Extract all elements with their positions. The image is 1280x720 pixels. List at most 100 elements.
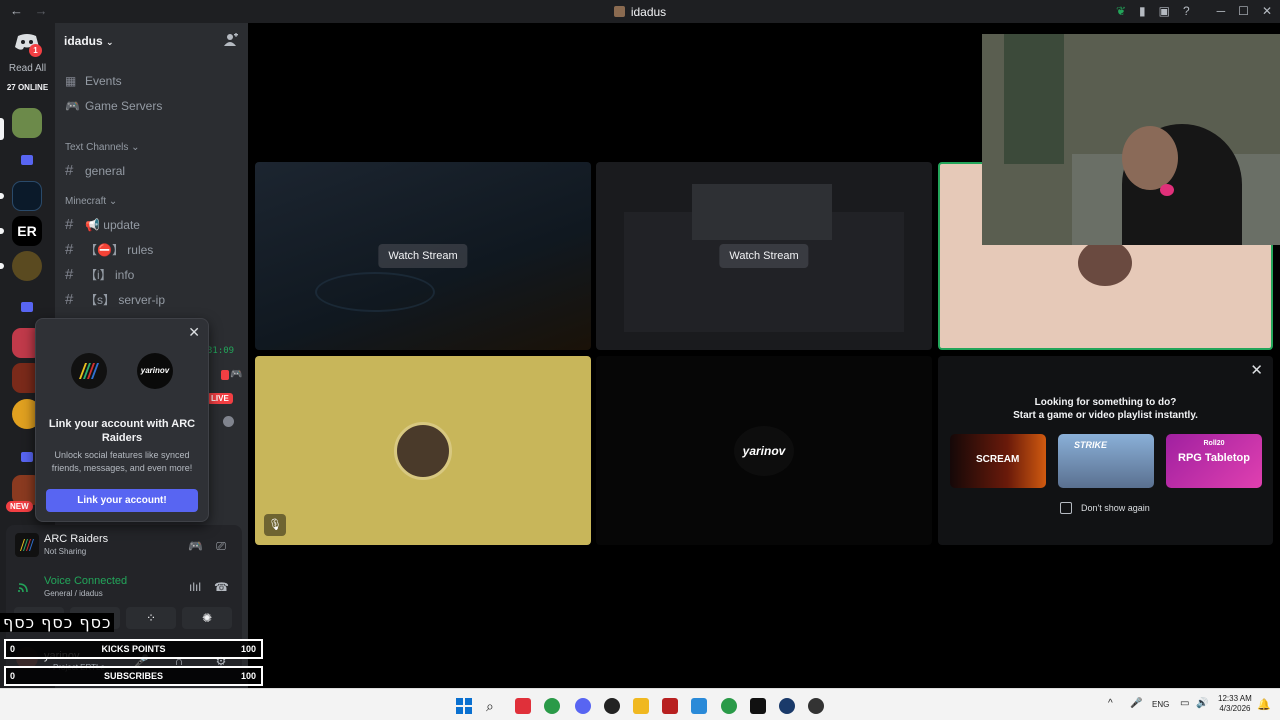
close-icon[interactable]: ✕ (188, 324, 200, 341)
hash-icon: # (65, 216, 74, 233)
leaf-icon[interactable]: ❦ (1116, 4, 1126, 18)
dont-show-checkbox[interactable] (1060, 502, 1072, 514)
obs-icon[interactable] (604, 698, 620, 714)
watch-stream-button[interactable]: Watch Stream (378, 244, 468, 268)
channel-label: 【⛔】 rules (85, 243, 154, 257)
hash-icon: # (65, 266, 74, 283)
card-title: RPG Tabletop (1178, 452, 1250, 464)
stream-preview-dialog (692, 184, 832, 240)
stream-tile-2[interactable]: Watch Stream (596, 162, 932, 350)
tray-chevron-icon[interactable]: ^ (1108, 698, 1113, 709)
category-text-channels[interactable]: Text Channels ⌄ (65, 142, 140, 153)
server-name: idadus (64, 34, 103, 48)
steam-icon[interactable] (779, 698, 795, 714)
activity-card-scream[interactable]: SCREAM (950, 434, 1046, 488)
language-indicator[interactable]: ENG (1152, 700, 1169, 709)
events-label: Events (85, 74, 122, 88)
activities-button[interactable]: ⁘ (126, 607, 176, 629)
app-icon-game[interactable] (808, 698, 824, 714)
channel-rules[interactable]: # 【⛔】 rules (65, 241, 153, 258)
activity-card-strike[interactable]: STRIKE (1058, 434, 1154, 488)
chrome-icon[interactable] (544, 698, 560, 714)
disconnect-icon[interactable]: ☎ (214, 580, 229, 594)
add-member-icon[interactable] (224, 33, 238, 47)
selected-pill (0, 118, 4, 140)
arc-raiders-logo (71, 353, 107, 389)
voice-status[interactable]: Voice Connected (44, 575, 127, 587)
app-icon-l[interactable] (662, 698, 678, 714)
file-explorer-icon[interactable] (633, 698, 649, 714)
network-icon[interactable]: ▭ (1180, 698, 1189, 709)
muted-mic-icon: 🎙 (264, 514, 286, 536)
activity-card-rpg-tabletop[interactable]: Roll20 RPG Tabletop (1166, 434, 1262, 488)
gamepad-icon: 🎮 (65, 99, 80, 113)
notification-bell-icon[interactable]: 🔔 (1257, 698, 1271, 711)
server-icon-shield[interactable] (12, 181, 42, 211)
avatar (1078, 240, 1132, 286)
signal-icon (18, 583, 28, 593)
apps-grid-icon[interactable] (691, 698, 707, 714)
server-header[interactable]: idadus ⌄ (64, 34, 114, 48)
title-bar: ← → idadus ❦ ▮ ▣ ? ─ ☐ ✕ (0, 0, 1280, 23)
chrome-profile-icon[interactable] (721, 698, 737, 714)
discord-icon[interactable] (575, 698, 591, 714)
pin-icon[interactable]: ▮ (1139, 4, 1146, 18)
stream-tile-1[interactable]: Watch Stream (255, 162, 591, 350)
hash-icon: # (65, 162, 74, 179)
watch-stream-button[interactable]: Watch Stream (719, 244, 809, 268)
share-screen-icon[interactable]: ⎚ (214, 539, 228, 553)
folder-icon[interactable] (12, 146, 42, 176)
server-icon-badge[interactable] (12, 251, 42, 281)
card-title: SCREAM (976, 454, 1020, 465)
game-name: ARC Raiders (44, 533, 109, 545)
inbox-icon[interactable]: ▣ (1159, 4, 1170, 18)
popup-subtitle: Unlock social features like synced frien… (51, 450, 193, 473)
link-account-button[interactable]: Link your account! (46, 489, 198, 512)
suggest-line-1: Looking for something to do? (1034, 397, 1177, 408)
card-title: STRIKE (1074, 440, 1108, 450)
window-title: idadus (0, 5, 1280, 19)
volume-icon[interactable]: 🔊 (1196, 698, 1208, 709)
category-minecraft[interactable]: Minecraft ⌄ (65, 196, 117, 207)
webcam-mic (1160, 184, 1174, 196)
gamepad-icon[interactable]: 🎮 (188, 539, 203, 553)
game-servers-item[interactable]: 🎮 Game Servers (65, 99, 162, 113)
maximize-button[interactable]: ☐ (1238, 4, 1249, 18)
channel-general[interactable]: # general (65, 162, 125, 179)
user-tile-muted[interactable]: 🎙 (255, 356, 591, 545)
channel-label: 📢 update (85, 217, 140, 232)
channel-server-ip[interactable]: # 【s】 server-ip (65, 291, 165, 308)
app-icon-red[interactable] (515, 698, 531, 714)
server-icon-idadus[interactable] (12, 108, 42, 138)
windows-start-icon[interactable] (456, 698, 472, 714)
system-clock[interactable]: 12:33 AM 4/3/2026 (1218, 694, 1252, 714)
game-status: Not Sharing (44, 547, 87, 556)
gamepad-icon: 🎮 (230, 369, 243, 380)
server-icon-er[interactable]: ER (12, 216, 42, 246)
channel-info[interactable]: # 【i】 info (65, 266, 134, 283)
minimize-button[interactable]: ─ (1217, 4, 1226, 18)
soundboard-button[interactable]: ✺ (182, 607, 232, 629)
events-item[interactable]: ▦ Events (65, 74, 122, 88)
webcam-feed (982, 34, 1280, 245)
avatar (394, 422, 452, 480)
channel-label: general (85, 163, 126, 178)
read-all-button[interactable]: Read All (0, 63, 55, 74)
search-icon[interactable]: ⌕ (486, 698, 502, 714)
suggest-heading: Looking for something to do? Start a game… (938, 396, 1273, 422)
tray-mic-icon[interactable]: 🎤 (1130, 698, 1142, 709)
waveform-icon[interactable]: ılıl (188, 580, 202, 594)
subs-right: 100 (240, 671, 256, 681)
suggest-line-2: Start a game or video playlist instantly… (1013, 410, 1198, 421)
close-window-button[interactable]: ✕ (1262, 4, 1272, 18)
kicks-points-bar: 0 KICKS POINTS 100 (4, 639, 263, 659)
chevron-down-icon: ⌄ (108, 196, 118, 207)
close-icon[interactable]: ✕ (1250, 361, 1263, 379)
category-label: Text Channels (65, 142, 129, 153)
channel-update[interactable]: # 📢 update (65, 216, 140, 233)
help-icon[interactable]: ? (1183, 4, 1190, 18)
calendar-icon: ▦ (65, 74, 77, 88)
channel-label: 【s】 server-ip (85, 293, 166, 307)
epic-icon[interactable] (750, 698, 766, 714)
user-tile-yarinov[interactable]: yarinov (596, 356, 932, 545)
